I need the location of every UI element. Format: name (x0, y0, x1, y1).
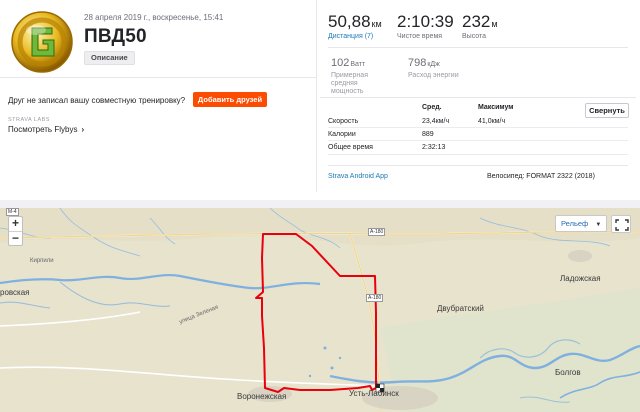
row-speed-max: 41,0км/ч (478, 118, 506, 125)
place-label: Двубратский (437, 304, 484, 313)
moving-time-label: Чистое время (397, 33, 443, 40)
col-max-header: Максимум (478, 104, 514, 111)
vertical-divider (316, 0, 317, 192)
energy-value: 798 (408, 57, 427, 69)
map-layer-label: Рельеф (561, 219, 589, 228)
row-calories-avg: 889 (422, 131, 434, 138)
power-value: 102 (331, 57, 350, 69)
elevation-label: Высота (462, 33, 487, 40)
club-avatar (10, 10, 74, 74)
chevron-right-icon: › (81, 125, 85, 134)
stat-distance: 50,88км Дистанция (7) (328, 12, 382, 40)
add-friends-button[interactable]: Добавить друзей (193, 92, 267, 107)
row-speed-label: Скорость (328, 118, 359, 125)
elevation-value: 232 (462, 12, 491, 31)
row-elapsed-label: Общее время (328, 144, 373, 151)
row-speed-avg: 23,4км/ч (422, 118, 450, 125)
place-label: ровская (0, 288, 30, 297)
stat-energy: 798кДж Расход энергии (408, 53, 488, 80)
place-label: Усть-Лабинск (349, 389, 399, 398)
place-label: Ладожская (560, 274, 601, 283)
elevation-unit: м (491, 19, 498, 29)
row-separator (328, 127, 628, 128)
divider (0, 77, 316, 78)
row-elapsed-avg: 2:32:13 (422, 144, 446, 151)
distance-laps-link[interactable]: Дистанция (7) (328, 33, 382, 40)
stat-power: 102Ватт Примерная средняя мощность (331, 53, 391, 96)
device-link[interactable]: Strava Android App (328, 173, 388, 180)
expand-icon (615, 219, 629, 231)
fullscreen-button[interactable] (611, 215, 631, 233)
distance-unit: км (371, 19, 382, 29)
map-canvas (0, 208, 640, 412)
place-label: Болгов (555, 368, 581, 377)
power-label: Примерная средняя мощность (331, 72, 368, 95)
stat-moving-time: 2:10:39 Чистое время (397, 12, 454, 40)
flybys-link-label: Посмотреть Flybys (8, 125, 78, 134)
distance-value: 50,88 (328, 12, 371, 31)
strava-labs-label: STRAVA LABS (8, 117, 50, 123)
col-avg-header: Сред. (422, 104, 442, 111)
zoom-out-button[interactable]: − (9, 232, 22, 246)
activity-date: 28 апреля 2019 г., воскресенье, 15:41 (84, 13, 224, 22)
caret-down-icon: ▼ (595, 222, 602, 228)
road-badge: А-180 (368, 228, 386, 236)
bike-label: Велосипед: FORMAT 2322 (2018) (487, 173, 595, 180)
row-calories-label: Калории (328, 131, 356, 138)
friend-question: Друг не записал вашу совместную трениров… (8, 96, 186, 105)
energy-unit: кДж (427, 61, 440, 68)
section-gap (0, 200, 640, 208)
divider (328, 165, 628, 166)
stat-elevation: 232м Высота (462, 12, 498, 40)
collapse-button[interactable]: Свернуть (585, 103, 629, 118)
activity-header: 28 апреля 2019 г., воскресенье, 15:41 ПВ… (0, 0, 640, 200)
place-label: Воронежская (237, 392, 287, 401)
activity-title[interactable]: ПВД50 (84, 26, 147, 48)
zoom-in-button[interactable]: + (9, 217, 22, 231)
zoom-control: + − (8, 216, 23, 246)
moving-time-value: 2:10:39 (397, 12, 454, 31)
energy-label: Расход энергии (408, 72, 459, 79)
row-separator (328, 154, 628, 155)
row-separator (328, 140, 628, 141)
divider (320, 97, 636, 98)
place-label: Кирпили (30, 258, 54, 264)
divider (328, 47, 628, 48)
road-badge: А-180 (366, 294, 384, 302)
flybys-link[interactable]: Посмотреть Flybys › (8, 125, 84, 134)
map-layer-select[interactable]: Рельеф ▼ (555, 215, 607, 232)
power-unit: Ватт (350, 61, 366, 68)
description-button[interactable]: Описание (84, 51, 135, 65)
road-badge: М-4 (6, 208, 19, 216)
route-map[interactable]: М-4 А-180 А-180 Ладожская Двубратский Бо… (0, 208, 640, 412)
